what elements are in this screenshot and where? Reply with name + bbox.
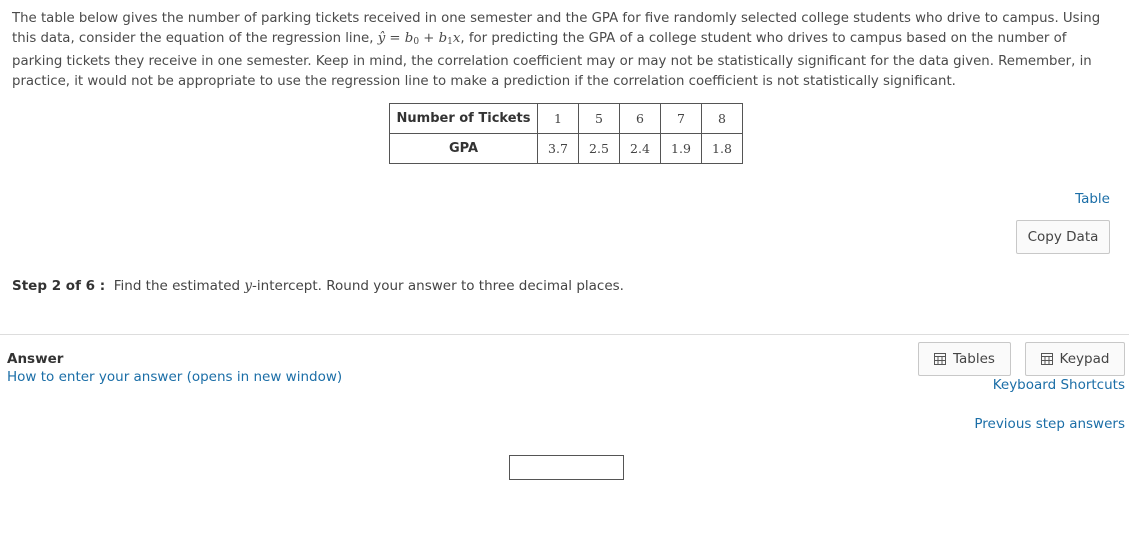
copy-data-button[interactable]: Copy Data <box>1016 220 1110 254</box>
previous-step-answers-link[interactable]: Previous step answers <box>974 416 1125 432</box>
table-link[interactable]: Table <box>1075 191 1110 207</box>
table-cell: 1 <box>537 103 579 134</box>
table-cell: 2.5 <box>578 133 620 164</box>
table-row: Number of Tickets 1 5 6 7 8 <box>389 103 743 134</box>
answer-input[interactable] <box>509 455 624 480</box>
keypad-icon <box>1040 353 1053 365</box>
step-text-2: -intercept. Round your answer to three d… <box>252 278 624 294</box>
step-label: Step 2 of 6 : <box>12 278 106 294</box>
divider <box>0 334 1129 335</box>
tables-label: Tables <box>953 351 995 367</box>
table-cell: 2.4 <box>619 133 661 164</box>
keypad-label: Keypad <box>1059 351 1110 367</box>
table-cell: 3.7 <box>537 133 579 164</box>
step-variable: y <box>244 278 253 294</box>
tables-button[interactable]: Tables <box>918 342 1011 376</box>
table-cell: 7 <box>660 103 702 134</box>
table-cell: 1.9 <box>660 133 702 164</box>
keyboard-shortcuts-link[interactable]: Keyboard Shortcuts <box>993 377 1125 393</box>
table-grid-icon <box>934 353 947 365</box>
keypad-button[interactable]: Keypad <box>1025 342 1125 376</box>
regression-equation: ŷ = b0 + b1x <box>377 31 461 47</box>
table-cell: 8 <box>701 103 743 134</box>
table-row: GPA 3.7 2.5 2.4 1.9 1.8 <box>389 133 743 164</box>
row-header-tickets: Number of Tickets <box>389 103 538 134</box>
table-cell: 1.8 <box>701 133 743 164</box>
table-cell: 6 <box>619 103 661 134</box>
problem-statement: The table below gives the number of park… <box>12 9 1112 92</box>
row-header-gpa: GPA <box>389 133 538 164</box>
step-instruction: Step 2 of 6 : Find the estimated y-inter… <box>12 278 624 294</box>
answer-label: Answer <box>7 351 64 367</box>
table-cell: 5 <box>578 103 620 134</box>
how-to-enter-link[interactable]: How to enter your answer (opens in new w… <box>7 369 342 385</box>
data-table: Number of Tickets 1 5 6 7 8 GPA 3.7 2.5 … <box>389 103 743 164</box>
step-text-1: Find the estimated <box>113 278 245 294</box>
